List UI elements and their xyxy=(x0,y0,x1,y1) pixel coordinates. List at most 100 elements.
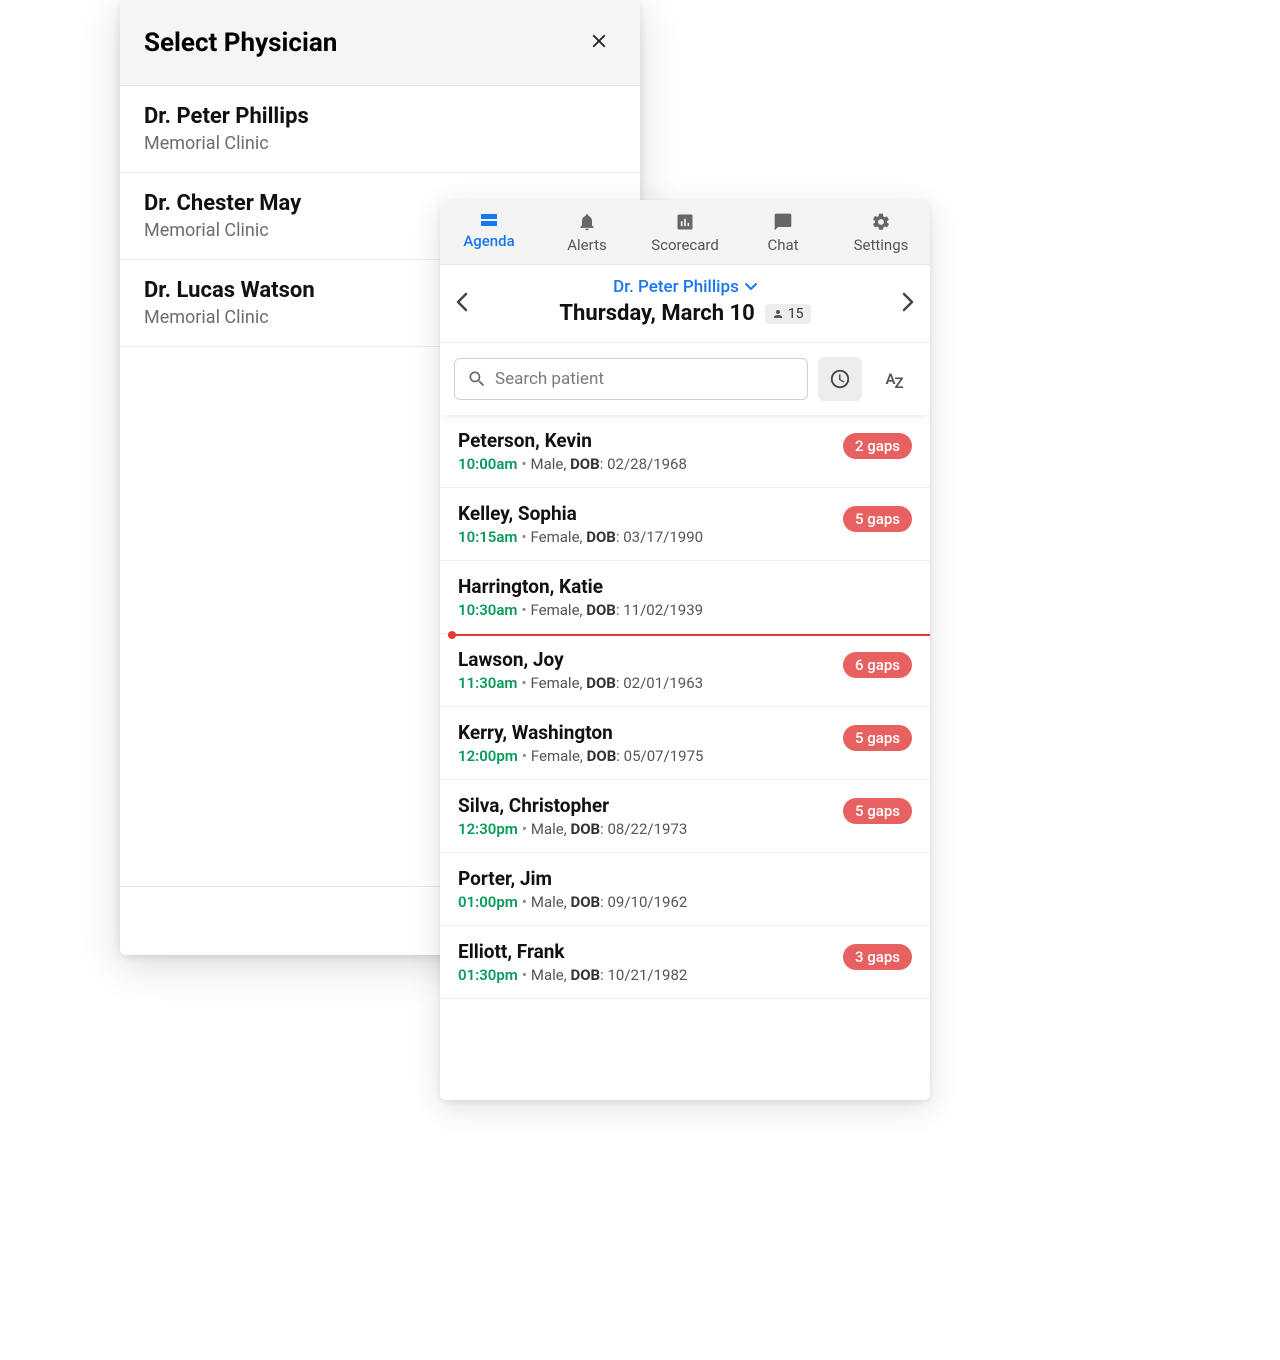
patient-dob: 02/01/1963 xyxy=(623,674,703,692)
physician-item-clinic: Memorial Clinic xyxy=(144,133,616,154)
patient-name: Kerry, Washington xyxy=(458,721,703,744)
appointment-item[interactable]: Silva, Christopher 12:30pm•Male, DOB: 08/… xyxy=(440,780,930,853)
dob-label: DOB xyxy=(570,893,600,911)
next-day-button[interactable] xyxy=(890,282,926,326)
patient-sex: Male xyxy=(531,820,564,838)
patient-dob: 05/07/1975 xyxy=(624,747,704,765)
patient-sex: Male xyxy=(531,893,564,911)
gaps-badge: 3 gaps xyxy=(843,944,912,970)
appointment-time: 10:15am xyxy=(458,528,517,546)
patient-name: Elliott, Frank xyxy=(458,940,687,963)
patient-name: Porter, Jim xyxy=(458,867,687,890)
appointment-item[interactable]: Porter, Jim01:00pm•Male, DOB: 09/10/1962 xyxy=(440,853,930,926)
tab-chat[interactable]: Chat xyxy=(734,200,832,264)
patient-name: Peterson, Kevin xyxy=(458,429,687,452)
close-icon[interactable] xyxy=(582,26,616,59)
tab-scorecard[interactable]: Scorecard xyxy=(636,200,734,264)
patient-sex: Female xyxy=(531,674,580,692)
agenda-panel: Agenda Alerts Scorecard Chat Settings Dr… xyxy=(440,200,930,1100)
appointment-meta: 10:00am•Male, DOB: 02/28/1968 xyxy=(458,455,687,473)
patient-name: Harrington, Katie xyxy=(458,575,703,598)
physician-item[interactable]: Dr. Peter Phillips Memorial Clinic xyxy=(120,86,640,173)
patient-dob: 03/17/1990 xyxy=(623,528,703,546)
appointment-meta: 11:30am•Female, DOB: 02/01/1963 xyxy=(458,674,703,692)
appointment-meta: 12:30pm•Male, DOB: 08/22/1973 xyxy=(458,820,687,838)
appointment-meta: 01:30pm•Male, DOB: 10/21/1982 xyxy=(458,966,687,984)
gaps-badge: 5 gaps xyxy=(843,725,912,751)
appointment-time: 12:30pm xyxy=(458,820,518,838)
appointment-meta: 12:00pm•Female, DOB: 05/07/1975 xyxy=(458,747,703,765)
agenda-header: Dr. Peter Phillips Thursday, March 10 15 xyxy=(440,265,930,343)
patient-sex: Male xyxy=(531,455,564,473)
az-icon: AZ xyxy=(885,370,902,388)
patient-name: Kelley, Sophia xyxy=(458,502,703,525)
search-box[interactable] xyxy=(454,358,808,400)
tab-settings[interactable]: Settings xyxy=(832,200,930,264)
appointment-time: 12:00pm xyxy=(458,747,518,765)
patient-sex: Male xyxy=(531,966,564,984)
agenda-date: Thursday, March 10 xyxy=(559,301,754,326)
gaps-badge: 5 gaps xyxy=(843,506,912,532)
gaps-badge: 6 gaps xyxy=(843,652,912,678)
dob-label: DOB xyxy=(586,674,616,692)
tab-agenda[interactable]: Agenda xyxy=(440,200,538,264)
dob-label: DOB xyxy=(586,528,616,546)
patient-dob: 02/28/1968 xyxy=(607,455,687,473)
appointment-time: 01:00pm xyxy=(458,893,518,911)
select-physician-header: Select Physician xyxy=(120,0,640,86)
dob-label: DOB xyxy=(570,966,600,984)
chevron-down-icon xyxy=(745,283,757,291)
dob-label: DOB xyxy=(570,455,600,473)
tab-bar: Agenda Alerts Scorecard Chat Settings xyxy=(440,200,930,265)
physician-dropdown[interactable]: Dr. Peter Phillips xyxy=(613,277,757,297)
patient-dob: 11/02/1939 xyxy=(623,601,703,619)
appointment-item[interactable]: Elliott, Frank 01:30pm•Male, DOB: 10/21/1… xyxy=(440,926,930,999)
appointment-list[interactable]: Peterson, Kevin 10:00am•Male, DOB: 02/28/… xyxy=(440,415,930,1100)
dob-label: DOB xyxy=(587,747,617,765)
appointment-time: 01:30pm xyxy=(458,966,518,984)
dob-label: DOB xyxy=(570,820,600,838)
appointment-meta: 10:15am•Female, DOB: 03/17/1990 xyxy=(458,528,703,546)
appointment-item[interactable]: Lawson, Joy 11:30am•Female, DOB: 02/01/19… xyxy=(440,634,930,707)
person-icon xyxy=(772,308,784,320)
appointment-item[interactable]: Kelley, Sophia 10:15am•Female, DOB: 03/17… xyxy=(440,488,930,561)
tab-alerts[interactable]: Alerts xyxy=(538,200,636,264)
appointment-time: 10:00am xyxy=(458,455,517,473)
patient-sex: Female xyxy=(531,528,580,546)
clock-icon xyxy=(829,368,851,390)
search-icon xyxy=(467,369,487,389)
sort-alpha-button[interactable]: AZ xyxy=(872,357,916,401)
appointment-item[interactable]: Harrington, Katie 10:30am•Female, DOB: 11… xyxy=(440,561,930,634)
patient-sex: Female xyxy=(531,601,580,619)
dob-label: DOB xyxy=(586,601,616,619)
select-physician-title: Select Physician xyxy=(144,28,337,58)
patient-dob: 09/10/1962 xyxy=(607,893,687,911)
chat-icon xyxy=(773,212,793,232)
appointment-item[interactable]: Kerry, Washington 12:00pm•Female, DOB: 05… xyxy=(440,707,930,780)
chart-icon xyxy=(675,212,695,232)
chevron-right-icon xyxy=(902,292,914,312)
sort-time-button[interactable] xyxy=(818,357,862,401)
appointment-count-badge: 15 xyxy=(765,304,811,324)
appointment-time: 10:30am xyxy=(458,601,517,619)
patient-sex: Female xyxy=(531,747,580,765)
patient-name: Silva, Christopher xyxy=(458,794,687,817)
tab-label: Alerts xyxy=(538,236,636,254)
gear-icon xyxy=(871,212,891,232)
tab-label: Scorecard xyxy=(636,236,734,254)
gaps-badge: 5 gaps xyxy=(843,798,912,824)
physician-name: Dr. Peter Phillips xyxy=(613,277,739,297)
patient-dob: 10/21/1982 xyxy=(607,966,687,984)
physician-item-name: Dr. Peter Phillips xyxy=(144,104,616,129)
prev-day-button[interactable] xyxy=(444,282,480,326)
search-row: AZ xyxy=(440,343,930,415)
gaps-badge: 2 gaps xyxy=(843,433,912,459)
tab-label: Chat xyxy=(734,236,832,254)
tab-label: Agenda xyxy=(440,232,538,250)
patient-name: Lawson, Joy xyxy=(458,648,703,671)
bell-icon xyxy=(577,212,597,232)
appointment-item[interactable]: Peterson, Kevin 10:00am•Male, DOB: 02/28/… xyxy=(440,415,930,488)
appointment-meta: 10:30am•Female, DOB: 11/02/1939 xyxy=(458,601,703,619)
appointment-time: 11:30am xyxy=(458,674,517,692)
search-input[interactable] xyxy=(495,369,795,389)
